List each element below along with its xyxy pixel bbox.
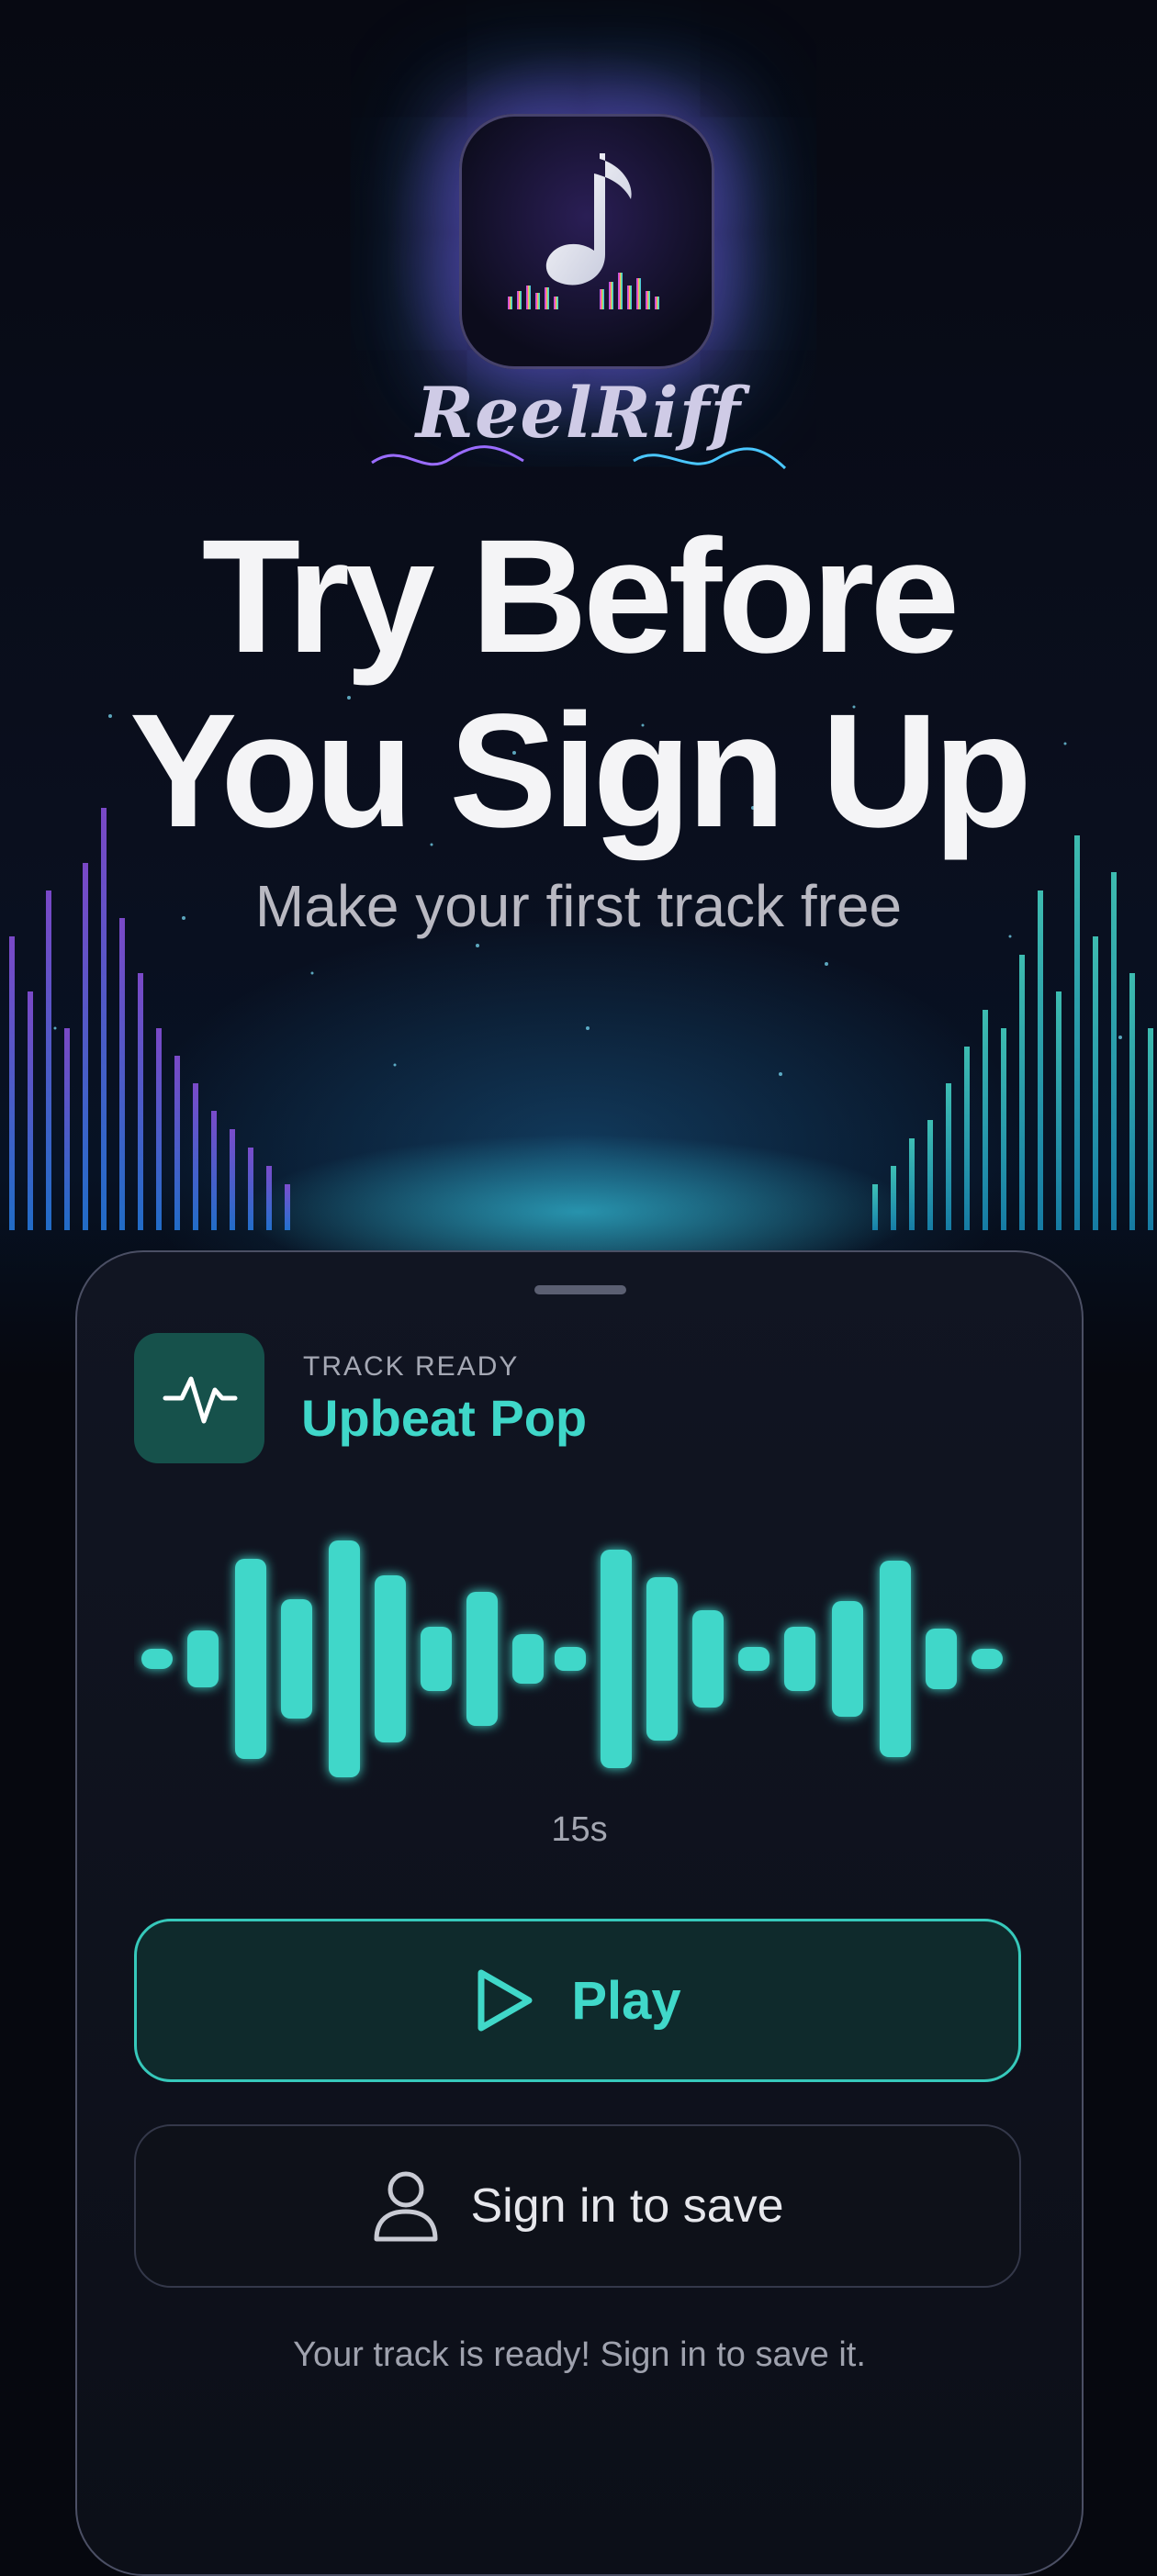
sign-in-to-save-button[interactable]: Sign in to save — [134, 2124, 1021, 2288]
headline-line-1: Try Before — [201, 507, 960, 687]
track-status-label: TRACK READY — [303, 1351, 520, 1382]
app-logo-icon — [459, 114, 714, 369]
save-hint-text: Your track is ready! Sign in to save it. — [293, 2335, 866, 2374]
waveform-pulse-icon — [134, 1333, 264, 1463]
play-button-label: Play — [571, 1970, 681, 2031]
track-waveform — [141, 1540, 1003, 1777]
sign-in-button-label: Sign in to save — [470, 2179, 784, 2233]
track-duration: 15s — [551, 1810, 608, 1849]
track-sheet: TRACK READY Upbeat Pop 15s Play Sign in … — [75, 1250, 1084, 2576]
brand-wave-decoration — [371, 445, 787, 470]
subtitle: Make your first track free — [254, 873, 903, 939]
track-title: Upbeat Pop — [301, 1389, 588, 1447]
play-button[interactable]: Play — [134, 1919, 1021, 2082]
user-icon — [374, 2171, 438, 2242]
headline: Try Before You Sign Up — [0, 510, 1157, 858]
sheet-handle[interactable] — [534, 1285, 626, 1294]
headline-line-2: You Sign Up — [129, 681, 1032, 861]
play-icon — [477, 1969, 533, 2032]
